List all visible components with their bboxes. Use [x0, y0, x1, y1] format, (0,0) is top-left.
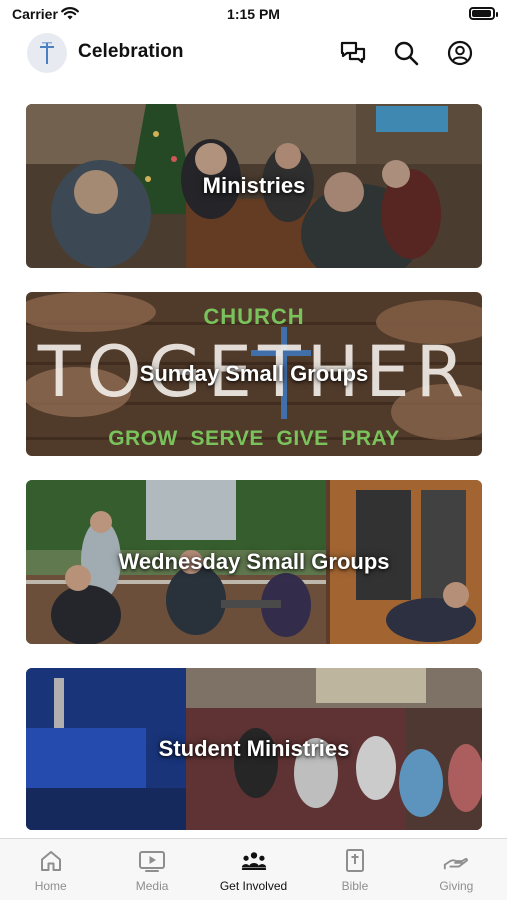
- giving-icon: [444, 857, 469, 870]
- media-icon: [139, 851, 166, 872]
- tab-get-involved-label: Get Involved: [219, 879, 288, 893]
- ministry-card-list: Ministries CHURCH TOGETHER GROW SERVE GI…: [26, 104, 482, 854]
- tab-bible-label: Bible: [341, 879, 369, 893]
- card-ministries[interactable]: Ministries: [26, 104, 482, 268]
- card-student-ministries-label: Student Ministries: [158, 736, 350, 761]
- chat-icon: [340, 41, 366, 64]
- search-icon: [394, 41, 419, 66]
- card-student-ministries[interactable]: Student Ministries: [26, 668, 482, 830]
- card-sunday-small-groups[interactable]: CHURCH TOGETHER GROW SERVE GIVE PRAY Sun…: [26, 292, 482, 456]
- status-time: 1:15 PM: [227, 6, 280, 22]
- tab-media-label: Media: [135, 879, 169, 893]
- people-icon: [241, 852, 266, 871]
- church-logo[interactable]: [27, 33, 67, 73]
- card-wednesday-small-groups[interactable]: Wednesday Small Groups: [26, 480, 482, 644]
- bible-icon: [345, 849, 364, 872]
- home-icon: [40, 851, 61, 871]
- profile-icon: [447, 40, 473, 66]
- tab-media[interactable]: Media: [101, 839, 202, 900]
- status-bar: Carrier 1:15 PM: [0, 0, 507, 28]
- app-header: Celebration: [0, 30, 507, 76]
- card-ministries-label: Ministries: [202, 173, 306, 198]
- tab-home-label: Home: [34, 879, 67, 893]
- tab-bible[interactable]: Bible: [304, 839, 405, 900]
- church-word: CHURCH: [203, 304, 305, 329]
- grow-serve-give-pray-words: GROW SERVE GIVE PRAY: [108, 427, 400, 450]
- chat-button[interactable]: [339, 39, 367, 67]
- card-wednesday-small-groups-label: Wednesday Small Groups: [118, 549, 390, 574]
- tab-giving-label: Giving: [439, 879, 474, 893]
- battery-icon: [469, 7, 498, 20]
- tab-giving[interactable]: Giving: [406, 839, 507, 900]
- search-button[interactable]: [392, 39, 420, 67]
- tab-bar: Home Media Get Involved Bible Giving: [0, 838, 507, 900]
- card-sunday-small-groups-label: Sunday Small Groups: [139, 361, 369, 386]
- profile-button[interactable]: [446, 39, 474, 67]
- battery-level: [472, 10, 491, 17]
- tab-get-involved[interactable]: Get Involved: [203, 839, 304, 900]
- cross-logo-icon: [40, 42, 54, 64]
- tab-home[interactable]: Home: [0, 839, 101, 900]
- app-title: Celebration: [78, 41, 184, 62]
